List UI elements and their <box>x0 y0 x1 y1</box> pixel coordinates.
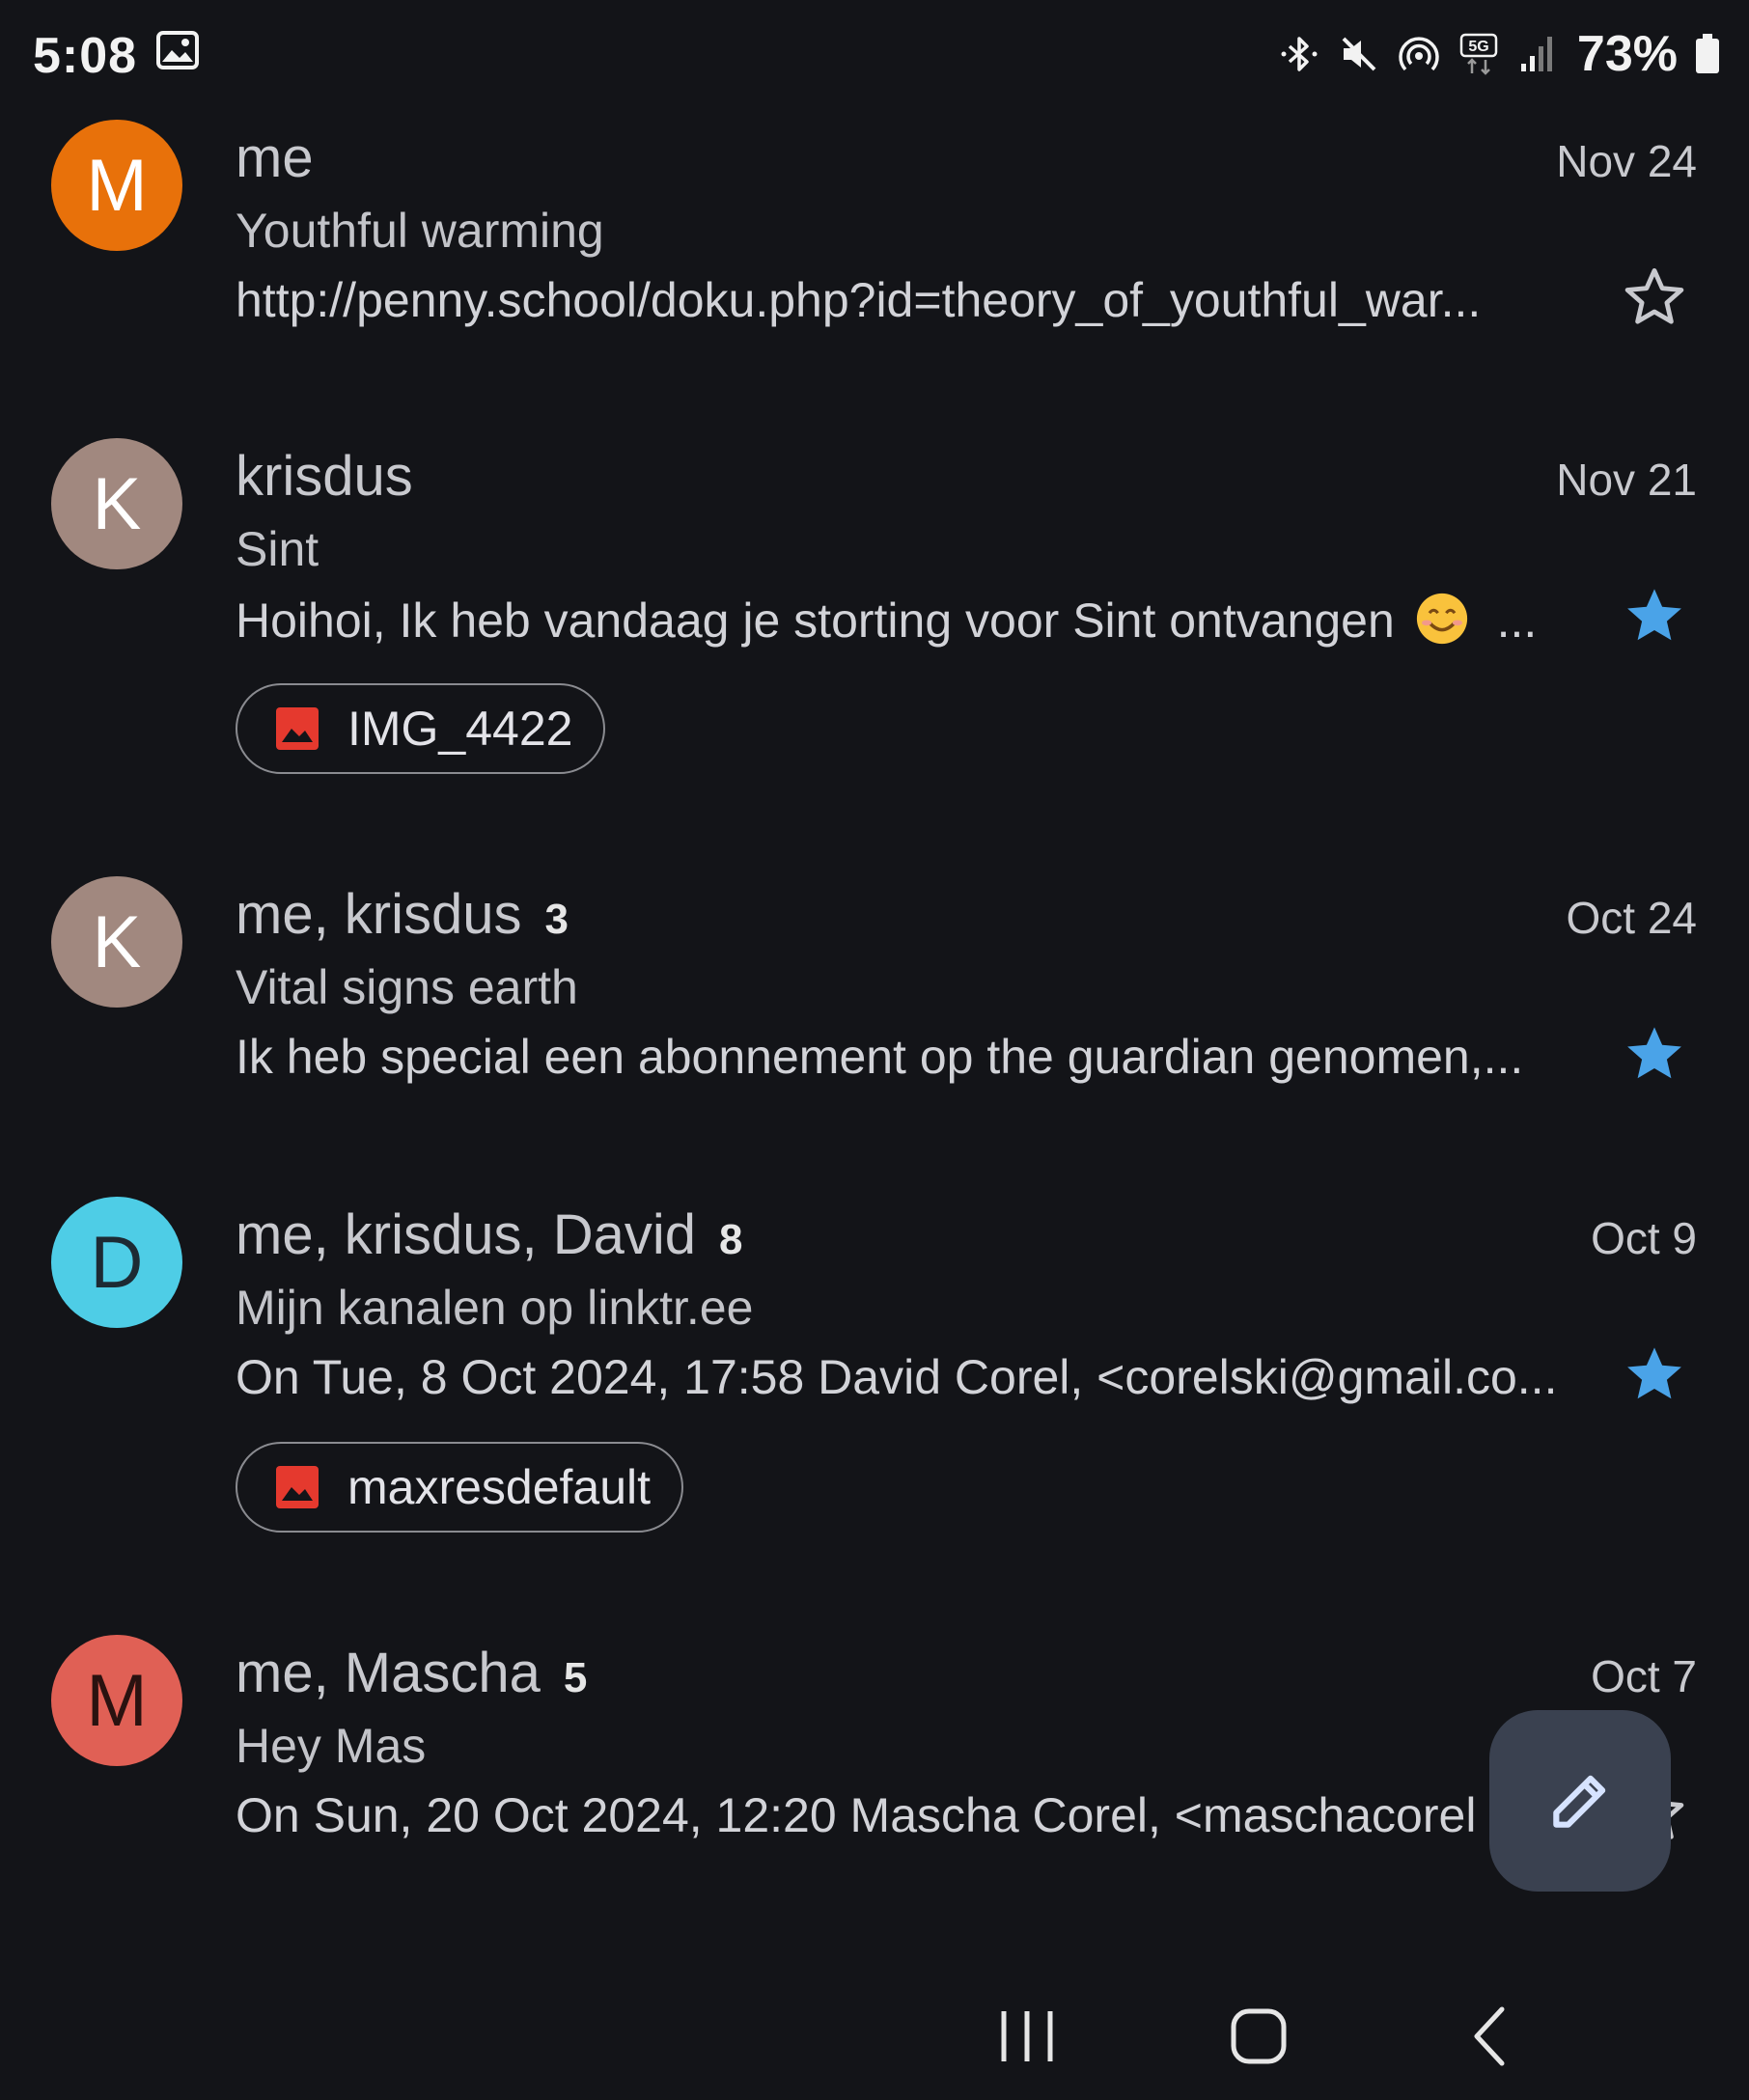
star-icon[interactable] <box>1620 581 1689 650</box>
mail-snippet: Hoihoi, Ik heb vandaag je storting voor … <box>236 591 1587 649</box>
avatar[interactable]: D <box>51 1197 182 1328</box>
mail-subject: Mijn kanalen op linktr.ee <box>236 1281 754 1335</box>
thread-count: 8 <box>719 1216 743 1263</box>
smiling-face-emoji-icon <box>1416 593 1467 645</box>
bluetooth-icon <box>1281 37 1318 71</box>
svg-text:5G: 5G <box>1468 39 1488 55</box>
gallery-icon <box>156 31 199 69</box>
mail-date: Nov 24 <box>1556 136 1697 186</box>
battery-percent: 73% <box>1576 26 1678 82</box>
compose-button[interactable] <box>1489 1710 1671 1892</box>
avatar[interactable]: M <box>51 120 182 251</box>
home-icon[interactable] <box>1220 1998 1297 2075</box>
avatar-letter: K <box>92 462 142 545</box>
navigation-bar <box>0 1969 1749 2100</box>
signal-icon <box>1520 37 1552 71</box>
mail-item[interactable]: M me, Mascha 5 Oct 7 Hey Mas On Sun, 20 O… <box>0 1621 1749 1940</box>
mail-snippet: http://penny.school/doku.php?id=theory_o… <box>236 273 1482 327</box>
avatar-letter: M <box>86 144 148 227</box>
mail-subject: Youthful warming <box>236 204 604 258</box>
hotspot-icon <box>1399 37 1439 71</box>
image-attachment-icon <box>276 707 319 750</box>
mail-sender-names: me, krisdus, David <box>236 1203 697 1266</box>
mail-sender: me, krisdus, David 8 <box>236 1202 743 1267</box>
mail-subject: Hey Mas <box>236 1719 427 1773</box>
attachment-name: IMG_4422 <box>347 702 573 756</box>
mail-sender: me <box>236 126 314 189</box>
avatar[interactable]: K <box>51 438 182 569</box>
avatar-letter: K <box>92 900 142 983</box>
recent-apps-icon[interactable] <box>988 1998 1066 2075</box>
back-icon[interactable] <box>1454 1998 1531 2075</box>
mail-date: Oct 24 <box>1566 893 1697 943</box>
avatar[interactable]: M <box>51 1635 182 1766</box>
snippet-ellipsis: ... <box>1496 594 1538 648</box>
snippet-text: Hoihoi, Ik heb vandaag je storting voor … <box>236 594 1395 648</box>
mail-subject: Sint <box>236 522 319 576</box>
avatar[interactable]: K <box>51 876 182 1008</box>
mail-date: Oct 7 <box>1591 1651 1697 1701</box>
thread-count: 3 <box>544 896 569 943</box>
mail-item[interactable]: D me, krisdus, David 8 Oct 9 Mijn kanalen… <box>0 1183 1749 1589</box>
mail-sender-names: me, krisdus <box>236 883 522 946</box>
mail-snippet: On Sun, 20 Oct 2024, 12:20 Mascha Corel,… <box>236 1788 1477 1842</box>
mail-snippet: On Tue, 8 Oct 2024, 17:58 David Corel, <… <box>236 1350 1558 1404</box>
mail-item[interactable]: K krisdus Nov 21 Sint Hoihoi, Ik heb van… <box>0 425 1749 830</box>
star-icon[interactable] <box>1620 262 1689 332</box>
star-icon[interactable] <box>1620 1019 1689 1089</box>
avatar-letter: D <box>90 1221 144 1304</box>
clock: 5:08 <box>33 28 138 84</box>
star-icon[interactable] <box>1620 1340 1689 1409</box>
mail-item[interactable]: K me, krisdus 3 Oct 24 Vital signs earth … <box>0 863 1749 1172</box>
mail-date: Nov 21 <box>1556 455 1697 505</box>
battery-icon <box>1696 34 1719 73</box>
mail-item[interactable]: M me Nov 24 Youthful warming http://penn… <box>0 106 1749 415</box>
mail-sender: krisdus <box>236 445 413 508</box>
gmail-inbox-screen: 5:08 5G 73% M me Nov 24 Youthful warming… <box>0 0 1749 2100</box>
attachment-chip[interactable]: maxresdefault <box>236 1442 684 1533</box>
avatar-letter: M <box>86 1659 148 1742</box>
pencil-icon <box>1553 1775 1606 1828</box>
status-icons: 5G 73% <box>1278 25 1720 83</box>
image-attachment-icon <box>276 1466 319 1508</box>
status-bar: 5:08 5G 73% <box>0 0 1749 106</box>
mail-sender: me, krisdus 3 <box>236 882 569 947</box>
mail-sender: me, Mascha 5 <box>236 1641 587 1705</box>
mail-snippet: Ik heb special een abonnement op the gua… <box>236 1030 1524 1084</box>
mail-date: Oct 9 <box>1591 1213 1697 1263</box>
mute-icon <box>1342 37 1376 71</box>
mail-subject: Vital signs earth <box>236 960 578 1014</box>
thread-count: 5 <box>563 1654 588 1701</box>
mail-sender-names: me, Mascha <box>236 1642 541 1704</box>
5g-icon: 5G <box>1459 33 1498 75</box>
attachment-name: maxresdefault <box>347 1460 652 1514</box>
attachment-chip[interactable]: IMG_4422 <box>236 683 606 774</box>
